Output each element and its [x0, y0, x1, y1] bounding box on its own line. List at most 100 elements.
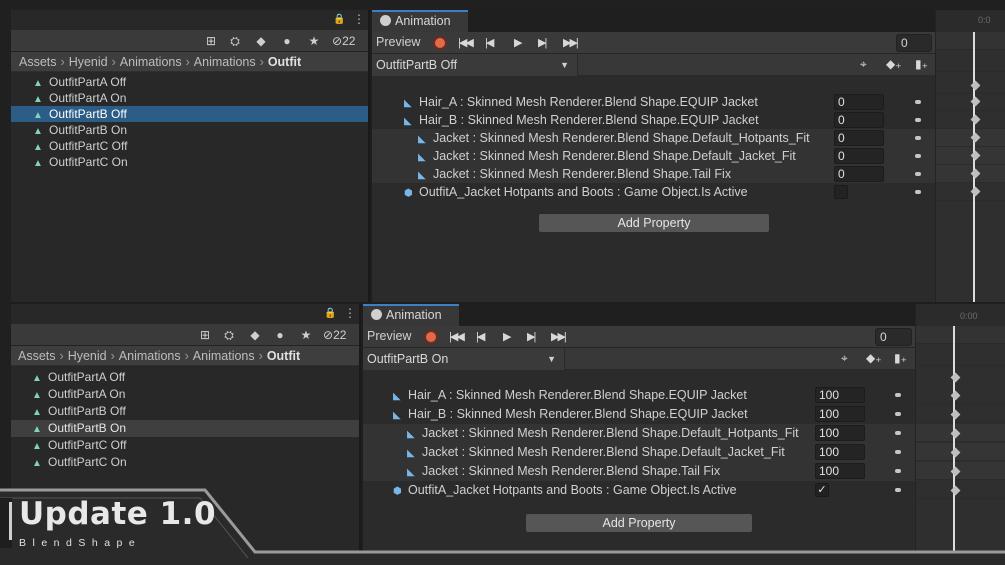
last-keyframe-icon[interactable]: ▶▶|	[551, 330, 567, 343]
property-row[interactable]: ◣ Jacket : Skinned Mesh Renderer.Blend Sh…	[363, 424, 915, 443]
property-row[interactable]: ⬢ OutfitA_Jacket Hotpants and Boots : Gam…	[363, 481, 915, 500]
property-row[interactable]: ◣ Jacket : Skinned Mesh Renderer.Blend Sh…	[372, 147, 935, 165]
property-value-input[interactable]: 0	[834, 166, 884, 182]
play-icon[interactable]: ▶	[503, 330, 512, 343]
breadcrumb-item[interactable]: Assets	[18, 349, 56, 363]
add-property-button[interactable]: Add Property	[538, 213, 770, 233]
breadcrumb-item[interactable]: Assets	[19, 55, 57, 69]
add-event-icon[interactable]: ▮₊	[894, 351, 907, 365]
keyframe-options-icon[interactable]	[895, 412, 901, 416]
play-icon[interactable]: ▶	[514, 36, 523, 49]
frame-input[interactable]: 0	[896, 34, 932, 52]
keyframe-options-icon[interactable]	[895, 488, 901, 492]
next-keyframe-icon[interactable]: ▶|	[527, 330, 536, 343]
asset-item[interactable]: ▲ OutfitPartB Off	[11, 403, 359, 420]
keyframe-options-icon[interactable]	[915, 154, 921, 158]
label-filter-icon[interactable]: ◆	[247, 327, 263, 343]
asset-item[interactable]: ▲ OutfitPartA On	[11, 90, 368, 106]
keyframe-options-icon[interactable]	[915, 100, 921, 104]
keyframe-options-icon[interactable]	[895, 469, 901, 473]
property-value-input[interactable]: 0	[834, 130, 884, 146]
frame-input[interactable]: 0	[875, 328, 912, 346]
clip-dropdown[interactable]: OutfitPartB On ▼	[363, 348, 565, 370]
property-row[interactable]: ◣ Hair_B : Skinned Mesh Renderer.Blend Sh…	[372, 111, 935, 129]
asset-item[interactable]: ▲ OutfitPartC Off	[11, 138, 368, 154]
keyframe-options-icon[interactable]	[915, 118, 921, 122]
property-value-input[interactable]: 0	[834, 112, 884, 128]
is-active-checkbox[interactable]: ✓	[815, 483, 829, 497]
previous-keyframe-icon[interactable]: |◀	[485, 36, 494, 49]
breadcrumb-current[interactable]: Outfit	[268, 55, 301, 69]
filter-by-selection-icon[interactable]: ⌖	[860, 57, 867, 72]
next-keyframe-icon[interactable]: ▶|	[538, 36, 547, 49]
scene-search-icon[interactable]: ⊞	[197, 327, 213, 343]
preview-button[interactable]: Preview	[376, 35, 420, 49]
hidden-packages-toggle[interactable]: ⊘22	[332, 33, 355, 49]
timeline-area[interactable]: 0:0	[935, 10, 1005, 302]
timeline-area[interactable]: 0:00	[915, 304, 1005, 553]
hidden-packages-toggle[interactable]: ⊘22	[323, 327, 346, 343]
is-active-checkbox[interactable]	[834, 185, 848, 199]
keyframe-options-icon[interactable]	[915, 172, 921, 176]
last-keyframe-icon[interactable]: ▶▶|	[563, 36, 579, 49]
property-value-input[interactable]: 0	[834, 94, 884, 110]
property-row[interactable]: ◣ Jacket : Skinned Mesh Renderer.Blend Sh…	[372, 129, 935, 147]
favorite-star-icon[interactable]: ★	[306, 33, 322, 49]
property-value-input[interactable]: 100	[815, 444, 865, 460]
filter-by-selection-icon[interactable]: ⌖	[841, 351, 848, 366]
kebab-menu-icon[interactable]: ⋮	[344, 306, 356, 320]
log-type-icon[interactable]: ●	[279, 33, 295, 49]
kebab-menu-icon[interactable]: ⋮	[353, 12, 365, 26]
breadcrumb-current[interactable]: Outfit	[267, 349, 300, 363]
first-keyframe-icon[interactable]: |◀◀	[449, 330, 465, 343]
property-row[interactable]: ◣ Jacket : Skinned Mesh Renderer.Blend Sh…	[372, 165, 935, 183]
keyframe-options-icon[interactable]	[915, 136, 921, 140]
property-row[interactable]: ◣ Jacket : Skinned Mesh Renderer.Blend Sh…	[363, 443, 915, 462]
keyframe-options-icon[interactable]	[915, 190, 921, 194]
keyframe-options-icon[interactable]	[895, 450, 901, 454]
favorite-star-icon[interactable]: ★	[298, 327, 314, 343]
record-button[interactable]	[424, 330, 438, 344]
lock-icon[interactable]: 🔒	[333, 14, 345, 25]
preview-button[interactable]: Preview	[367, 329, 411, 343]
playhead[interactable]	[973, 32, 975, 302]
property-row[interactable]: ⬢ OutfitA_Jacket Hotpants and Boots : Gam…	[372, 183, 935, 201]
add-property-button[interactable]: Add Property	[525, 513, 753, 533]
keyframe-options-icon[interactable]	[895, 431, 901, 435]
property-row[interactable]: ◣ Hair_B : Skinned Mesh Renderer.Blend Sh…	[363, 405, 915, 424]
record-button[interactable]	[433, 36, 447, 50]
property-value-input[interactable]: 100	[815, 463, 865, 479]
property-value-input[interactable]: 100	[815, 425, 865, 441]
label-filter-icon[interactable]: ◆	[253, 33, 269, 49]
add-keyframe-icon[interactable]: ◆₊	[866, 351, 882, 365]
previous-keyframe-icon[interactable]: |◀	[476, 330, 485, 343]
asset-item[interactable]: ▲ OutfitPartA On	[11, 386, 359, 403]
type-filter-icon[interactable]: ⛭	[227, 33, 243, 49]
asset-item[interactable]: ▲ OutfitPartC On	[11, 454, 359, 471]
asset-item[interactable]: ▲ OutfitPartB On	[11, 122, 368, 138]
breadcrumb-item[interactable]: Hyenid	[69, 55, 108, 69]
property-value-input[interactable]: 100	[815, 406, 865, 422]
type-filter-icon[interactable]: ⛭	[221, 327, 237, 343]
lock-icon[interactable]: 🔒	[324, 308, 336, 319]
add-keyframe-icon[interactable]: ◆₊	[886, 57, 902, 71]
log-type-icon[interactable]: ●	[272, 327, 288, 343]
property-value-input[interactable]: 100	[815, 387, 865, 403]
playhead[interactable]	[953, 326, 955, 553]
tab-animation[interactable]: Animation	[372, 10, 468, 32]
asset-item[interactable]: ▲ OutfitPartC Off	[11, 437, 359, 454]
breadcrumb-item[interactable]: Animations	[120, 55, 182, 69]
asset-item-selected[interactable]: ▲ OutfitPartB Off	[11, 106, 368, 122]
scene-search-icon[interactable]: ⊞	[203, 33, 219, 49]
asset-item-selected[interactable]: ▲ OutfitPartB On	[11, 420, 359, 437]
tab-animation[interactable]: Animation	[363, 304, 459, 326]
breadcrumb-item[interactable]: Animations	[194, 55, 256, 69]
keyframe-options-icon[interactable]	[895, 393, 901, 397]
property-row[interactable]: ◣ Hair_A : Skinned Mesh Renderer.Blend Sh…	[372, 93, 935, 111]
first-keyframe-icon[interactable]: |◀◀	[458, 36, 474, 49]
asset-item[interactable]: ▲ OutfitPartC On	[11, 154, 368, 170]
breadcrumb-item[interactable]: Animations	[193, 349, 255, 363]
property-row[interactable]: ◣ Jacket : Skinned Mesh Renderer.Blend Sh…	[363, 462, 915, 481]
asset-item[interactable]: ▲ OutfitPartA Off	[11, 369, 359, 386]
breadcrumb-item[interactable]: Hyenid	[68, 349, 107, 363]
